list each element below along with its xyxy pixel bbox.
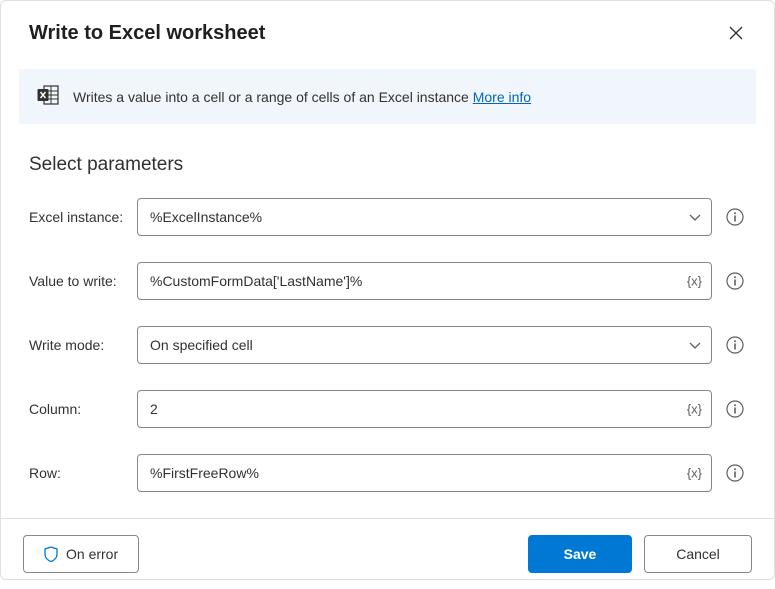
- parameters-section: Select parameters Excel instance: %Excel…: [1, 124, 774, 518]
- info-icon: [726, 464, 744, 482]
- save-button[interactable]: Save: [528, 535, 632, 573]
- write-to-excel-dialog: Write to Excel worksheet Writes a value …: [0, 0, 775, 580]
- dialog-header: Write to Excel worksheet: [1, 1, 774, 53]
- description-bar: Writes a value into a cell or a range of…: [19, 69, 756, 124]
- column-row: Column: {x}: [29, 390, 746, 428]
- excel-instance-select[interactable]: %ExcelInstance%: [137, 198, 712, 236]
- column-input[interactable]: [137, 390, 712, 428]
- column-info[interactable]: [724, 398, 746, 420]
- excel-instance-label: Excel instance:: [29, 209, 125, 225]
- excel-instance-info[interactable]: [724, 206, 746, 228]
- info-icon: [726, 272, 744, 290]
- value-to-write-row: Value to write: {x}: [29, 262, 746, 300]
- row-label: Row:: [29, 465, 125, 481]
- info-icon: [726, 336, 744, 354]
- dialog-title: Write to Excel worksheet: [29, 22, 265, 45]
- write-mode-info[interactable]: [724, 334, 746, 356]
- on-error-button[interactable]: On error: [23, 535, 139, 573]
- shield-icon: [44, 546, 58, 562]
- cancel-button[interactable]: Cancel: [644, 535, 752, 573]
- footer-actions: Save Cancel: [528, 535, 752, 573]
- value-to-write-input[interactable]: [137, 262, 712, 300]
- excel-icon: [37, 85, 59, 108]
- variable-picker-icon[interactable]: {x}: [687, 274, 702, 289]
- value-to-write-info[interactable]: [724, 270, 746, 292]
- row-row: Row: {x}: [29, 454, 746, 492]
- write-mode-select[interactable]: On specified cell: [137, 326, 712, 364]
- write-mode-row: Write mode: On specified cell: [29, 326, 746, 364]
- dialog-footer: On error Save Cancel: [1, 518, 774, 589]
- row-info[interactable]: [724, 462, 746, 484]
- column-label: Column:: [29, 401, 125, 417]
- write-mode-label: Write mode:: [29, 337, 125, 353]
- section-title: Select parameters: [29, 154, 746, 176]
- variable-picker-icon[interactable]: {x}: [687, 466, 702, 481]
- value-to-write-label: Value to write:: [29, 273, 125, 289]
- excel-instance-row: Excel instance: %ExcelInstance%: [29, 198, 746, 236]
- close-button[interactable]: [720, 17, 752, 49]
- description-text: Writes a value into a cell or a range of…: [73, 89, 531, 105]
- variable-picker-icon[interactable]: {x}: [687, 402, 702, 417]
- row-input[interactable]: [137, 454, 712, 492]
- more-info-link[interactable]: More info: [473, 89, 531, 105]
- close-icon: [729, 26, 743, 40]
- info-icon: [726, 208, 744, 226]
- info-icon: [726, 400, 744, 418]
